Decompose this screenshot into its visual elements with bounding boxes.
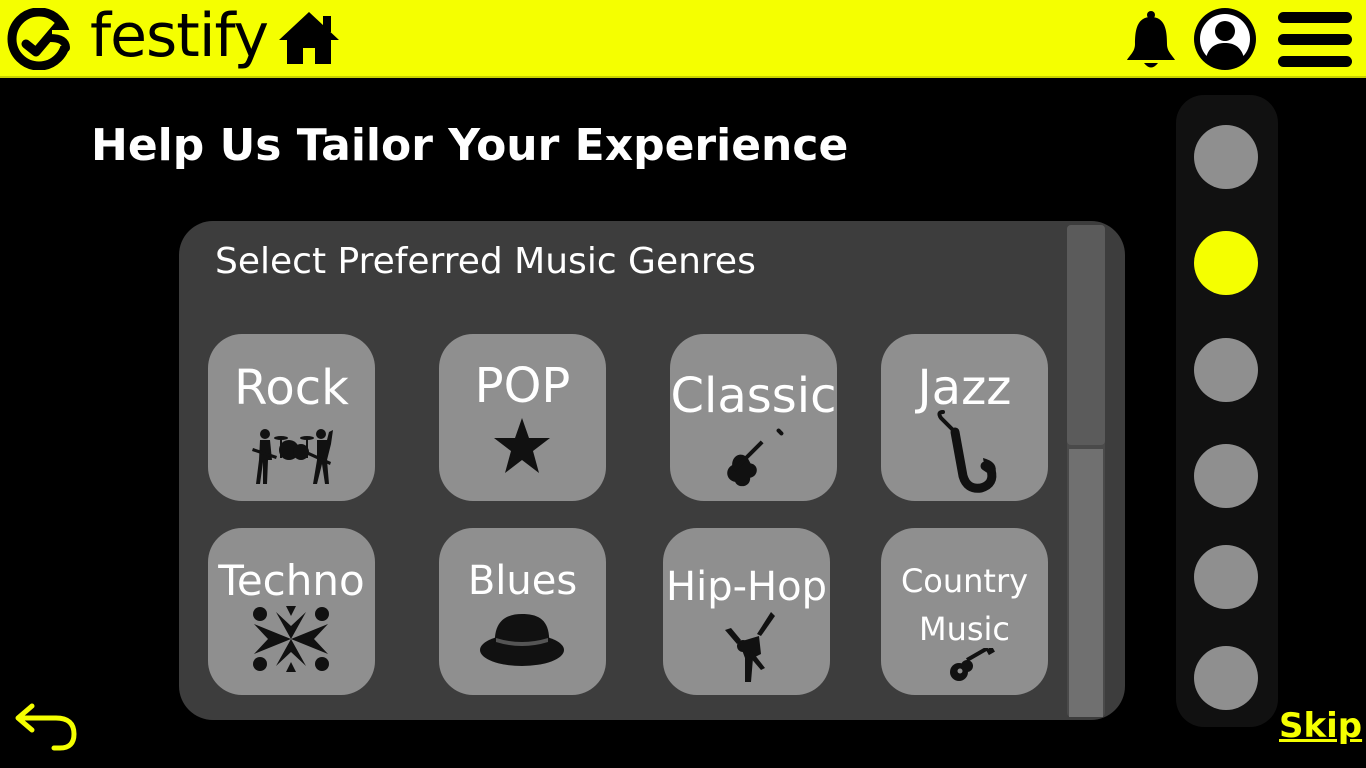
genre-label: Hip-Hop [666,564,827,610]
genre-tile-jazz[interactable]: Jazz [881,334,1048,501]
back-arrow-icon[interactable] [14,702,80,752]
violin-icon [727,428,784,487]
genre-label: Techno [218,556,365,605]
genre-label: Blues [467,558,578,604]
genre-tile-rock[interactable]: Rock [208,334,375,501]
saxophone-icon [937,410,997,493]
breakdancer-icon [725,612,775,682]
step-dot-1[interactable] [1194,125,1258,189]
bell-icon[interactable] [1125,10,1177,70]
step-dot-4[interactable] [1194,444,1258,508]
genre-tile-techno[interactable]: Techno [208,528,375,695]
panel-subtitle: Select Preferred Music Genres [215,241,756,282]
fedora-hat-icon [480,614,564,666]
step-dot-5[interactable] [1194,545,1258,609]
genre-label: Classic [670,368,837,424]
scrollbar[interactable] [1067,225,1105,717]
genre-label: Rock [234,360,349,416]
genre-tile-pop[interactable]: POP [439,334,606,501]
scrollbar-track-lower [1069,449,1103,717]
home-icon[interactable] [277,10,341,66]
step-dot-3[interactable] [1194,338,1258,402]
genre-tile-hip-hop[interactable]: Hip-Hop [663,528,830,695]
genre-label-line2: Music [918,610,1011,648]
genre-tile-country-music[interactable]: Country Music [881,528,1048,695]
top-bar: festify [0,0,1366,78]
step-dot-2-active[interactable] [1194,231,1258,295]
genre-tile-blues[interactable]: Blues [439,528,606,695]
page-title: Help Us Tailor Your Experience [91,120,849,171]
skip-link[interactable]: Skip [1279,706,1362,746]
festify-logo-icon [7,8,72,70]
genre-label: POP [474,358,571,414]
progress-stepper [1176,95,1278,727]
genre-selection-panel: Select Preferred Music Genres Rock POP C… [179,221,1125,720]
genre-tile-classic[interactable]: Classic [670,334,837,501]
hamburger-menu-icon[interactable] [1278,12,1352,68]
star-icon [494,418,550,473]
user-avatar-icon[interactable] [1192,6,1258,72]
techno-pattern-icon [253,606,329,672]
brand-name: festify [90,1,269,71]
genre-label: Country [900,562,1029,600]
scrollbar-thumb[interactable] [1067,225,1105,445]
guitar-icon [950,648,995,681]
rock-band-icon [252,429,333,484]
step-dot-6[interactable] [1194,646,1258,710]
